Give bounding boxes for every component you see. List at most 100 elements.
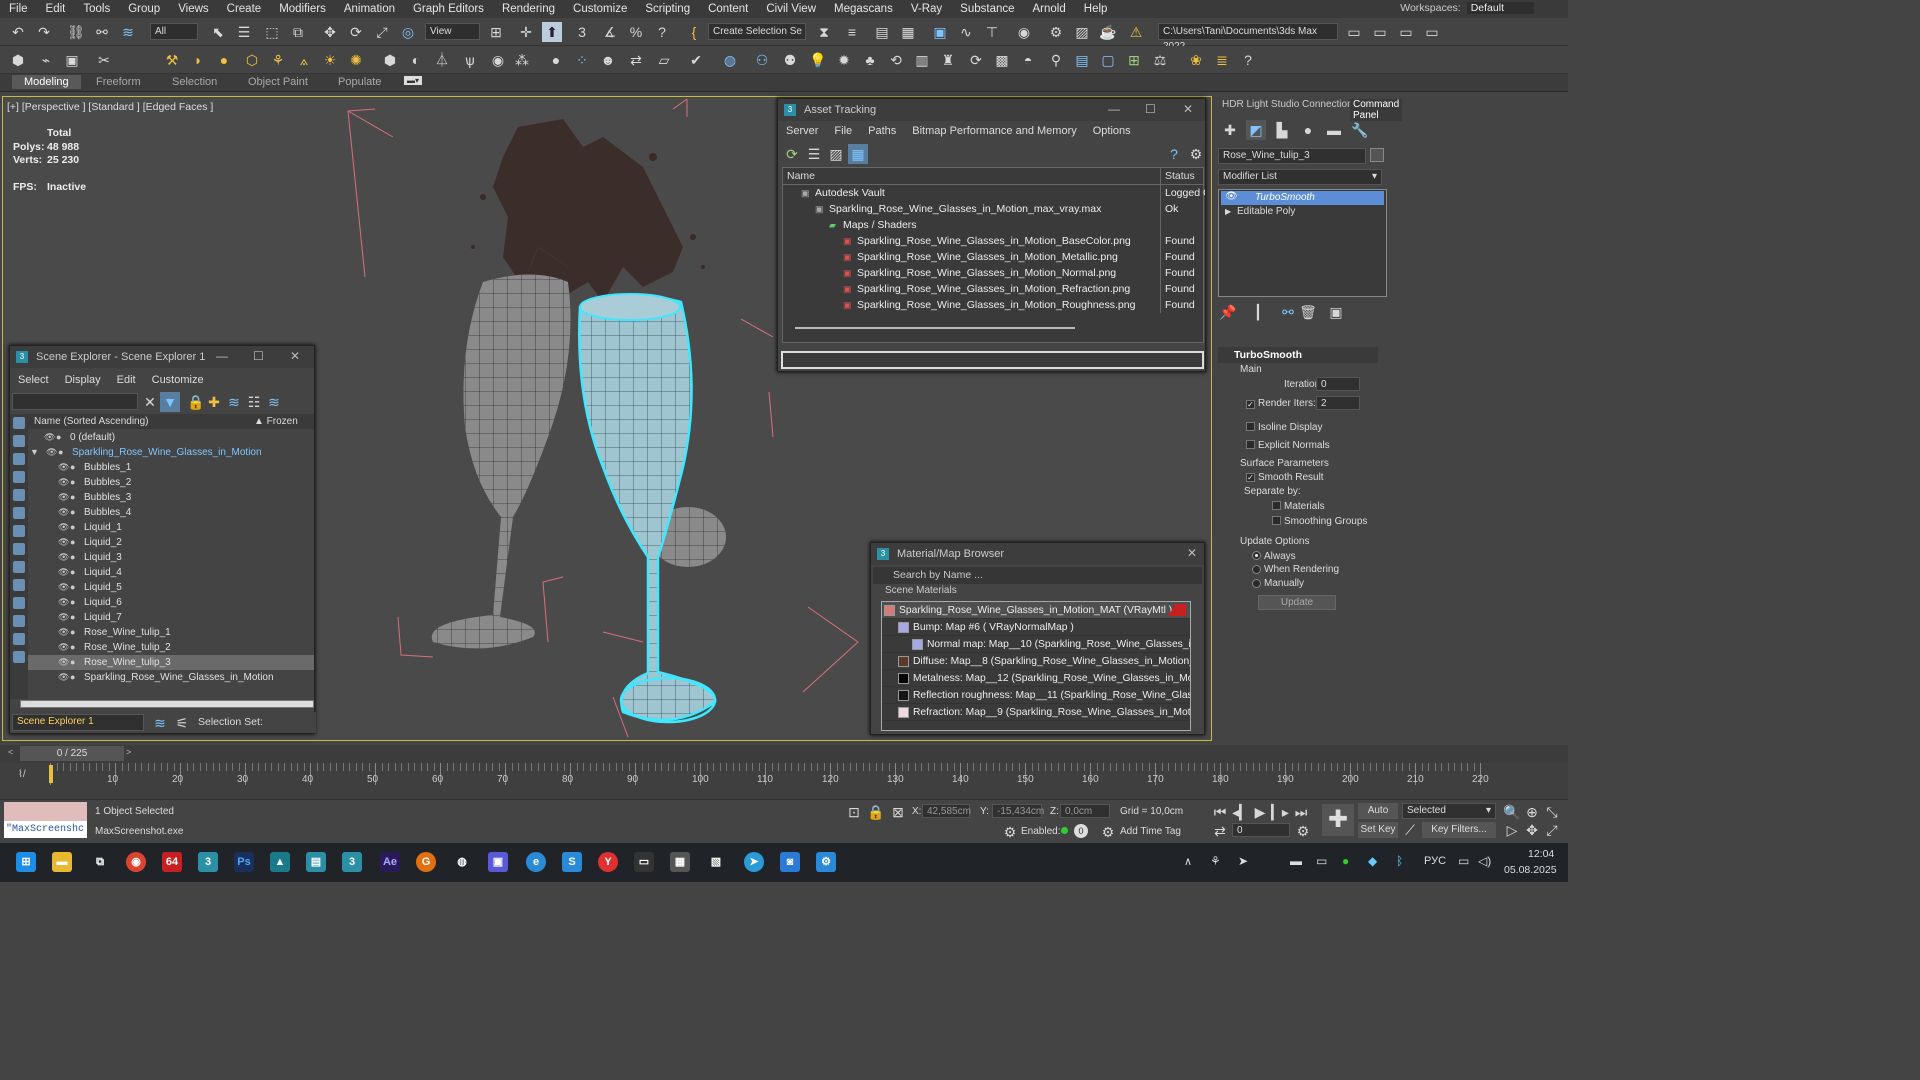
bubbles-icon[interactable]: ⁂ (512, 50, 532, 70)
app-s-icon[interactable]: S (562, 852, 582, 872)
move-icon[interactable]: ✥ (320, 22, 340, 42)
visibility-eye-icon[interactable]: 👁 (58, 535, 69, 550)
app-person-icon[interactable]: ◍ (452, 852, 472, 872)
freeze-dot-icon[interactable]: ● (70, 625, 75, 640)
selection-lock-icon[interactable]: 🔒 (866, 802, 886, 822)
auto-key-button[interactable]: Auto Key (1358, 803, 1398, 832)
ies-light-icon[interactable]: ⚘ (268, 50, 288, 70)
menu-animation[interactable]: Animation (335, 3, 404, 15)
asset-scrollbar[interactable] (795, 327, 1075, 329)
smooth-result-checkbox[interactable]: ✓ (1246, 473, 1255, 482)
scene-explorer-select-dropdown[interactable]: Scene Explorer 1 (12, 714, 144, 731)
go-to-end-icon[interactable]: ⏭ (1291, 802, 1311, 822)
globe-icon[interactable]: ◍ (720, 50, 740, 70)
show-end-result-icon[interactable]: ┃ (1248, 302, 1268, 322)
freeze-dot-icon[interactable]: ● (70, 520, 75, 535)
app-gear-icon[interactable]: ⚙ (816, 852, 836, 872)
clock-date[interactable]: 05.08.2025 (1504, 864, 1557, 876)
close-icon[interactable]: ✕ (1187, 546, 1197, 560)
visibility-eye-icon[interactable]: 👁 (58, 670, 69, 685)
se-menu-select[interactable]: Select (10, 374, 57, 386)
visibility-eye-icon[interactable]: 👁 (58, 460, 69, 475)
project-browse-icon[interactable]: ▭ (1370, 22, 1390, 42)
ribbon-toggle-icon[interactable]: ▣ (930, 22, 950, 42)
redo-icon[interactable]: ↷ (34, 22, 54, 42)
project-folder-icon[interactable]: ▭ (1344, 22, 1364, 42)
freeze-dot-icon[interactable]: ● (70, 640, 75, 655)
current-frame-marker[interactable] (49, 765, 53, 783)
when-rendering-radio[interactable] (1252, 565, 1261, 574)
scene-tree-row[interactable]: 👁 ● Liquid_2 (28, 535, 314, 550)
layer-explorer-icon[interactable]: ▦ (898, 22, 918, 42)
material-item[interactable]: Refraction: Map__9 (Sparkling_Rose_Wine_… (882, 704, 1190, 721)
mini-curve-editor-icon[interactable]: ⌇/ (18, 769, 26, 780)
refresh-icon[interactable]: ⟳ (782, 144, 802, 164)
render-setup-icon[interactable]: ⚙ (1046, 22, 1066, 42)
tab-object-paint[interactable]: Object Paint (248, 76, 308, 88)
edit-named-selection-icon[interactable]: { (684, 22, 704, 42)
scene-tree-row[interactable]: 👁 ● Sparkling_Rose_Wine_Glasses_in_Motion (28, 670, 314, 685)
visibility-eye-icon[interactable]: 👁 (58, 625, 69, 640)
lock-icon[interactable]: 🔒 (186, 392, 206, 412)
calculator-icon[interactable]: ▦ (670, 852, 690, 872)
keyboard-shortcut-override-icon[interactable]: ⬆ (542, 22, 562, 42)
app-folder-icon[interactable]: ▧ (706, 852, 726, 872)
shaders-icon[interactable]: ☻ (598, 50, 618, 70)
tab-hdr-light-studio[interactable]: HDR Light Studio Connection (1222, 99, 1353, 110)
key-filter-icon[interactable]: ⟋ (1400, 820, 1420, 840)
freeze-dot-icon[interactable]: ● (70, 550, 75, 565)
freeze-dot-icon[interactable]: ● (70, 475, 75, 490)
asset-row[interactable]: ▣ Sparkling_Rose_Wine_Glasses_in_Motion_m… (783, 201, 1203, 217)
key-filters-button[interactable]: Key Filters... (1422, 822, 1496, 838)
zoom-all-icon[interactable]: ⊕ (1522, 802, 1542, 822)
named-selection-sets-dropdown[interactable]: Create Selection Se (708, 23, 806, 40)
freeze-dot-icon[interactable]: ● (70, 490, 75, 505)
tray-telegram-icon[interactable]: ➤ (1238, 854, 1248, 868)
material-item[interactable]: Sparkling_Rose_Wine_Glasses_in_Motion_MA… (882, 602, 1190, 619)
column-frozen-header[interactable]: ▲ Frozen (254, 414, 298, 429)
se-menu-edit[interactable]: Edit (109, 374, 144, 386)
reference-coordinate-dropdown[interactable]: View (425, 23, 480, 40)
material-item[interactable]: Normal map: Map__10 (Sparkling_Rose_Wine… (882, 636, 1190, 653)
menu-content[interactable]: Content (699, 3, 757, 15)
curve-editor-icon[interactable]: ∿ (956, 22, 976, 42)
scene-tree-row[interactable]: 👁 ● Liquid_4 (28, 565, 314, 580)
tab-modeling[interactable]: Modeling (12, 75, 81, 89)
schematic-view-icon[interactable]: ⊤ (982, 22, 1002, 42)
telegram-icon[interactable]: ➤ (744, 852, 764, 872)
display-lights-icon[interactable] (13, 453, 25, 465)
app-y-icon[interactable]: Y (598, 852, 618, 872)
scene-tree-row[interactable]: 👁 ● Rose_Wine_tulip_1 (28, 625, 314, 640)
layer-manager-icon[interactable]: ≋ (150, 713, 170, 733)
slider-left-icon[interactable]: < (8, 747, 13, 757)
display-groups-icon[interactable] (13, 525, 25, 537)
layers-icon[interactable]: ≋ (224, 392, 244, 412)
pan-icon[interactable]: ✥ (1522, 820, 1542, 840)
table-view-icon[interactable]: ▦ (848, 144, 868, 164)
minimize-icon[interactable]: — (1108, 102, 1120, 116)
scene-tree-row[interactable]: 👁 ● 0 (default) (28, 430, 314, 445)
column-name-header[interactable]: Name (Sorted Ascending) (34, 414, 149, 429)
app-save-icon[interactable]: ▣ (488, 852, 508, 872)
proxy-icon[interactable]: ⬢ (380, 50, 400, 70)
visibility-eye-icon[interactable]: 👁 (58, 520, 69, 535)
visibility-eye-icon[interactable]: 👁 (58, 640, 69, 655)
render-iters-checkbox[interactable]: ✓ (1246, 400, 1255, 409)
asset-row[interactable]: ▣ Sparkling_Rose_Wine_Glasses_in_Motion_M… (783, 249, 1203, 265)
add-layer-icon[interactable]: ✚ (204, 392, 224, 412)
asset-row[interactable]: ▣ Sparkling_Rose_Wine_Glasses_in_Motion_B… (783, 233, 1203, 249)
menu-substance[interactable]: Substance (951, 3, 1023, 15)
menu-scripting[interactable]: Scripting (636, 3, 699, 15)
display-none-icon[interactable] (13, 651, 25, 663)
go-to-start-icon[interactable]: ⏮ (1210, 802, 1230, 822)
tab-freeform[interactable]: Freeform (96, 76, 141, 88)
flowers-icon[interactable]: ❀ (1186, 50, 1206, 70)
edge-icon[interactable]: e (526, 852, 546, 872)
display-hidden-icon[interactable] (13, 615, 25, 627)
tool-icon[interactable]: ✂ (94, 50, 114, 70)
scene-tree-row[interactable]: 👁 ● Bubbles_1 (28, 460, 314, 475)
rectangular-selection-icon[interactable]: ⬚ (262, 22, 282, 42)
scene-tree-row[interactable]: 👁 ● Liquid_6 (28, 595, 314, 610)
multi-ball-icon[interactable]: ⁘ (572, 50, 592, 70)
add-time-tag-label[interactable]: Add Time Tag (1120, 826, 1181, 837)
